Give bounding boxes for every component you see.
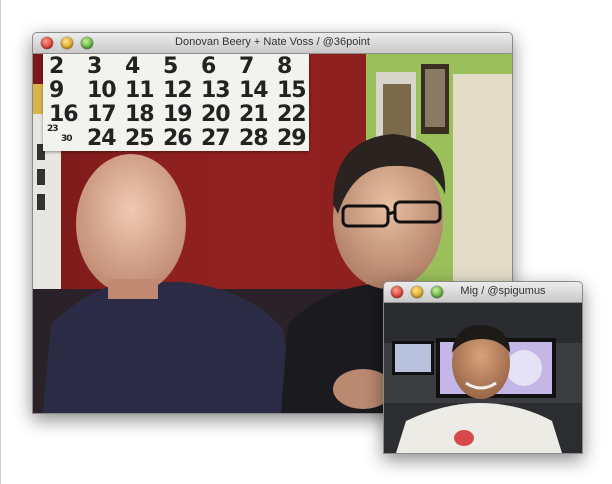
pip-video-window[interactable]: Mig / @spigumus [383,281,583,454]
calendar-date: 25 [125,126,155,151]
calendar-date: 22 [277,102,307,127]
calendar-date: 6 [201,54,216,79]
calendar-date: 14 [239,78,269,103]
calendar-date: 24 [87,126,117,151]
calendar-date: 30 [61,134,72,144]
calendar-date: 7 [239,54,254,79]
calendar-date: 2 [49,54,64,79]
calendar-date: 18 [125,102,155,127]
calendar-date: 4 [125,54,140,79]
pip-window-title: Mig / @spigumus [460,285,546,297]
calendar-date: 19 [163,102,193,127]
calendar-date: 27 [201,126,231,151]
calendar-date: 17 [87,102,117,127]
calendar-date: 23 [47,124,58,134]
calendar-date: 13 [201,78,231,103]
main-window-titlebar[interactable]: Donovan Beery + Nate Voss / @36point [33,33,512,54]
calendar-date: 11 [125,78,155,103]
wall-calendar: 2 3 4 5 6 7 8 9 10 11 12 13 14 15 16 17 … [43,54,309,151]
pip-video-feed [384,303,582,453]
calendar-date: 8 [277,54,292,79]
page-edge-line [0,0,1,484]
calendar-date: 26 [163,126,193,151]
calendar-date: 28 [239,126,269,151]
pip-window-titlebar[interactable]: Mig / @spigumus [384,282,582,303]
calendar-date: 9 [49,78,64,103]
calendar-date: 5 [163,54,178,79]
calendar-date: 15 [277,78,307,103]
calendar-date: 12 [163,78,193,103]
calendar-date: 29 [277,126,307,151]
calendar-date: 21 [239,102,269,127]
calendar-date: 10 [87,78,117,103]
calendar-date: 20 [201,102,231,127]
pip-video-scene [384,303,582,453]
main-window-title: Donovan Beery + Nate Voss / @36point [175,36,370,48]
calendar-date: 3 [87,54,102,79]
